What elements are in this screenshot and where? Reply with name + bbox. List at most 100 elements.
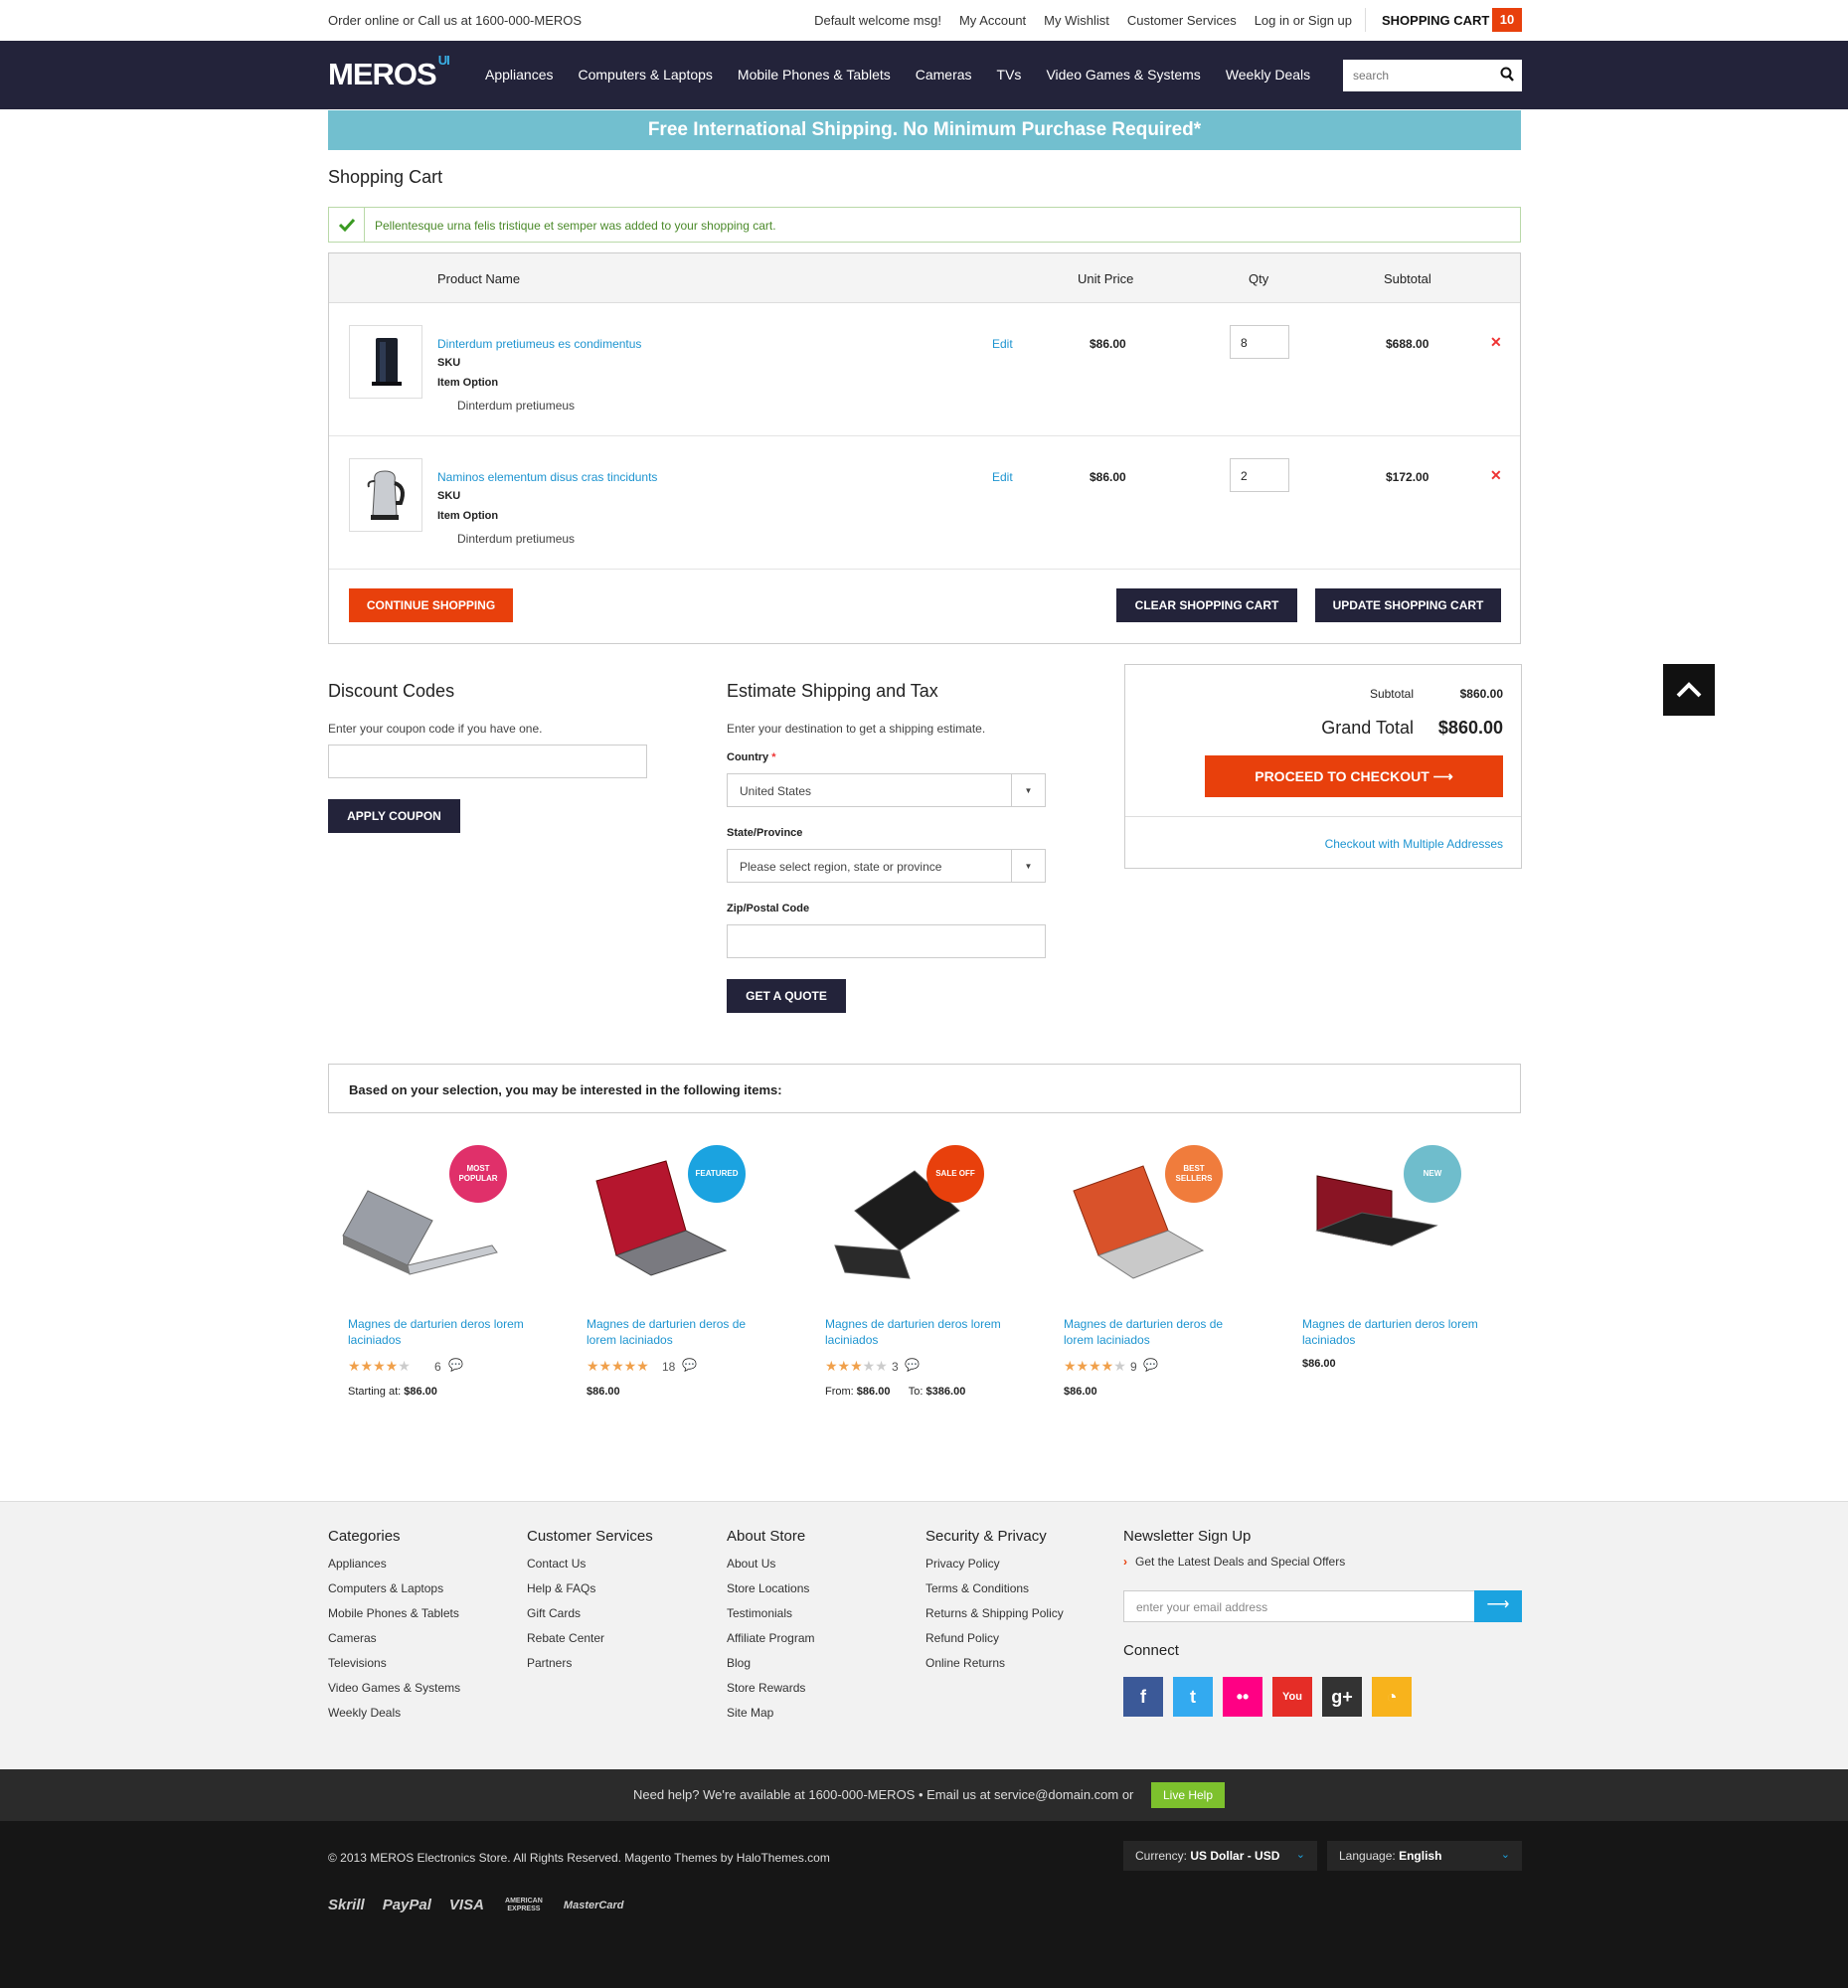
language-select[interactable]: Language: English ⌄: [1327, 1841, 1522, 1871]
google-plus-icon[interactable]: g+: [1322, 1677, 1362, 1717]
clear-cart-button[interactable]: CLEAR SHOPPING CART: [1116, 588, 1297, 622]
chevron-down-icon: ▼: [1011, 774, 1045, 806]
nav-item-tvs[interactable]: TVs: [997, 67, 1022, 83]
mastercard-logo: MasterCard: [563, 1899, 624, 1911]
footer-link[interactable]: Help & FAQs: [527, 1581, 595, 1595]
product-card[interactable]: BEST SELLERS Magnes de darturien deros d…: [1044, 1141, 1262, 1409]
product-name-link[interactable]: Naminos elementum disus cras tincidunts: [437, 470, 657, 484]
footer-link[interactable]: Online Returns: [925, 1656, 1005, 1670]
comment-icon: 💬: [905, 1358, 920, 1372]
youtube-icon[interactable]: You: [1272, 1677, 1312, 1717]
footer-link[interactable]: Refund Policy: [925, 1631, 999, 1645]
product-thumbnail[interactable]: [349, 325, 422, 399]
footer-link[interactable]: Affiliate Program: [727, 1631, 814, 1645]
country-select[interactable]: United States ▼: [727, 773, 1046, 807]
nav-item-appliances[interactable]: Appliances: [485, 67, 554, 83]
update-cart-button[interactable]: UPDATE SHOPPING CART: [1315, 588, 1501, 622]
footer-link[interactable]: Gift Cards: [527, 1606, 581, 1620]
new-badge: NEW: [1404, 1145, 1461, 1203]
zip-input[interactable]: [727, 924, 1046, 958]
coupon-input[interactable]: [328, 745, 647, 778]
product-card[interactable]: SALE OFF Magnes de darturien deros lorem…: [805, 1141, 1024, 1409]
product-name-link[interactable]: Dinterdum pretiumeus es condimentus: [437, 337, 641, 351]
nav-item-weekly-deals[interactable]: Weekly Deals: [1226, 67, 1310, 83]
nav-item-video-games[interactable]: Video Games & Systems: [1046, 67, 1200, 83]
edit-link[interactable]: Edit: [992, 470, 1013, 484]
welcome-link[interactable]: Default welcome msg!: [814, 13, 941, 28]
footer-link[interactable]: Appliances: [328, 1557, 387, 1571]
continue-shopping-button[interactable]: CONTINUE SHOPPING: [349, 588, 513, 622]
facebook-icon[interactable]: f: [1123, 1677, 1163, 1717]
remove-icon[interactable]: ✕: [1490, 467, 1502, 484]
footer-link[interactable]: Returns & Shipping Policy: [925, 1606, 1064, 1620]
my-account-link[interactable]: My Account: [959, 13, 1026, 28]
arrow-right-icon: ⟶: [1432, 768, 1453, 784]
footer-link[interactable]: Site Map: [727, 1706, 773, 1720]
customer-services-link[interactable]: Customer Services: [1127, 13, 1237, 28]
state-select[interactable]: Please select region, state or province …: [727, 849, 1046, 883]
footer-link[interactable]: Contact Us: [527, 1557, 586, 1571]
footer-link[interactable]: Mobile Phones & Tablets: [328, 1606, 459, 1620]
search-input[interactable]: [1343, 60, 1492, 91]
product-title-link[interactable]: Magnes de darturien deros lorem laciniad…: [825, 1316, 1014, 1348]
product-title-link[interactable]: Magnes de darturien deros lorem laciniad…: [1302, 1316, 1491, 1348]
footer-link[interactable]: Computers & Laptops: [328, 1581, 443, 1595]
newsletter-submit-button[interactable]: ⟶: [1474, 1590, 1522, 1622]
edit-link[interactable]: Edit: [992, 337, 1013, 351]
footer-link[interactable]: Rebate Center: [527, 1631, 604, 1645]
footer-link[interactable]: About Us: [727, 1557, 775, 1571]
cart-count-badge[interactable]: 10: [1492, 8, 1522, 32]
apply-coupon-button[interactable]: APPLY COUPON: [328, 799, 460, 833]
search-icon[interactable]: [1500, 67, 1514, 85]
currency-select[interactable]: Currency: US Dollar - USD ⌄: [1123, 1841, 1317, 1871]
social-links: f t •• You g+ ◔: [1123, 1677, 1412, 1717]
footer-link[interactable]: Store Locations: [727, 1581, 809, 1595]
qty-input[interactable]: 8: [1230, 325, 1289, 359]
nav-item-mobile[interactable]: Mobile Phones & Tablets: [738, 67, 891, 83]
footer-link[interactable]: Store Rewards: [727, 1681, 805, 1695]
logo[interactable]: MEROS UI: [328, 53, 450, 92]
multi-address-link[interactable]: Checkout with Multiple Addresses: [1325, 837, 1503, 851]
footer-link[interactable]: Televisions: [328, 1656, 387, 1670]
footer-link[interactable]: Video Games & Systems: [328, 1681, 460, 1695]
login-signup-link[interactable]: Log in or Sign up: [1255, 13, 1352, 28]
back-to-top-button[interactable]: [1663, 664, 1715, 716]
flickr-icon[interactable]: ••: [1223, 1677, 1262, 1717]
product-thumbnail[interactable]: [349, 458, 422, 532]
checkout-label: PROCEED TO CHECKOUT: [1255, 768, 1429, 784]
get-quote-button[interactable]: GET A QUOTE: [727, 979, 846, 1013]
footer-link[interactable]: Cameras: [328, 1631, 377, 1645]
footer-link[interactable]: Privacy Policy: [925, 1557, 1000, 1571]
footer-link[interactable]: Terms & Conditions: [925, 1581, 1029, 1595]
suggestions-header: Based on your selection, you may be inte…: [328, 1064, 1521, 1113]
my-wishlist-link[interactable]: My Wishlist: [1044, 13, 1109, 28]
review-count[interactable]: 3: [892, 1360, 899, 1374]
item-option-label: Item Option: [437, 377, 499, 389]
product-title-link[interactable]: Magnes de darturien deros de lorem lacin…: [587, 1316, 775, 1348]
product-card[interactable]: MOST POPULAR Magnes de darturien deros l…: [328, 1141, 547, 1409]
product-title-link[interactable]: Magnes de darturien deros lorem laciniad…: [348, 1316, 537, 1348]
product-card[interactable]: FEATURED Magnes de darturien deros de lo…: [567, 1141, 785, 1409]
remove-icon[interactable]: ✕: [1490, 334, 1502, 351]
product-title-link[interactable]: Magnes de darturien deros de lorem lacin…: [1064, 1316, 1253, 1348]
review-count[interactable]: 6: [434, 1360, 441, 1374]
electric-kettle-icon: [367, 470, 405, 520]
nav-item-computers[interactable]: Computers & Laptops: [579, 67, 713, 83]
footer-link[interactable]: Partners: [527, 1656, 572, 1670]
shipping-title: Estimate Shipping and Tax: [727, 681, 938, 701]
qty-input[interactable]: 2: [1230, 458, 1289, 492]
footer-link[interactable]: Weekly Deals: [328, 1706, 401, 1720]
footer-link[interactable]: Blog: [727, 1656, 751, 1670]
live-help-button[interactable]: Live Help: [1151, 1782, 1225, 1808]
nav-item-cameras[interactable]: Cameras: [916, 67, 972, 83]
newsletter-email-input[interactable]: enter your email address: [1123, 1590, 1475, 1622]
proceed-to-checkout-button[interactable]: PROCEED TO CHECKOUT ⟶: [1205, 755, 1503, 797]
rss-icon[interactable]: ◔: [1372, 1677, 1412, 1717]
review-count[interactable]: 18: [662, 1360, 675, 1374]
shopping-cart-link[interactable]: SHOPPING CART: [1382, 13, 1489, 28]
review-count[interactable]: 9: [1130, 1360, 1137, 1374]
product-card[interactable]: NEW Magnes de darturien deros lorem laci…: [1282, 1141, 1501, 1409]
row-subtotal: $172.00: [1386, 470, 1429, 484]
footer-link[interactable]: Testimonials: [727, 1606, 792, 1620]
twitter-icon[interactable]: t: [1173, 1677, 1213, 1717]
